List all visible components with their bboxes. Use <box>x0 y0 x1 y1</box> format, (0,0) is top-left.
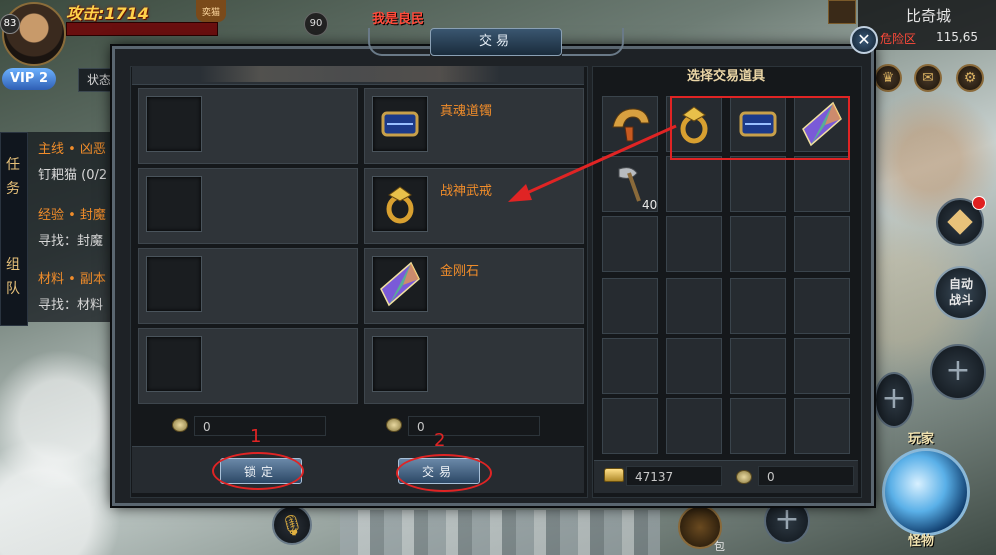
zone-type: 危险区 <box>880 32 917 46</box>
close-icon[interactable]: ✕ <box>850 26 878 54</box>
tab-team-char1[interactable]: 组 <box>0 254 26 276</box>
inventory-slot[interactable] <box>666 338 722 394</box>
my-item-slot[interactable] <box>372 96 428 152</box>
inventory-slot[interactable] <box>666 278 722 334</box>
inventory-slot[interactable] <box>602 216 658 272</box>
coin-icon <box>172 418 188 432</box>
chat-bar <box>340 510 660 555</box>
dialog-title: 交易 <box>430 28 562 56</box>
quest-detail[interactable]: 寻找：材料 <box>38 294 103 313</box>
map-name: 比奇城 <box>906 7 952 25</box>
inventory-slot[interactable] <box>730 278 786 334</box>
quest-title[interactable]: 经验 • 封魔 <box>38 204 106 223</box>
auto-fight-label-2: 战斗 <box>948 293 973 307</box>
bag-label: 包 <box>714 540 725 553</box>
attack-power: 攻击:1714 <box>66 4 149 23</box>
inventory-slot[interactable] <box>730 398 786 454</box>
inventory-slot[interactable] <box>666 398 722 454</box>
my-item-slot[interactable] <box>372 336 428 392</box>
annotation-circle-trade <box>396 454 492 492</box>
inventory-slot[interactable] <box>666 216 722 272</box>
tab-quest-char1[interactable]: 任 <box>0 154 26 176</box>
coin-icon <box>386 418 402 432</box>
quest-detail[interactable]: 钉耙猫 (0/2 <box>38 164 107 183</box>
microphone-icon[interactable]: 🎙 <box>272 505 312 545</box>
my-coin-field[interactable]: 0 <box>408 416 540 436</box>
inventory-slot[interactable] <box>794 278 850 334</box>
annotation-arrow <box>508 124 677 202</box>
target-monster-label[interactable]: 怪物 <box>908 530 934 549</box>
my-item-slot[interactable] <box>372 176 428 232</box>
tab-team-char2[interactable]: 队 <box>0 278 26 300</box>
player-level: 83 <box>0 14 20 34</box>
hp-bar <box>66 22 218 36</box>
partner-item-slot[interactable] <box>146 336 202 392</box>
inventory-slot[interactable] <box>730 156 786 212</box>
action-strip <box>132 446 584 493</box>
inventory-slot[interactable] <box>730 216 786 272</box>
quest-title[interactable]: 主线 • 凶恶 <box>38 138 106 157</box>
diamond-icon <box>380 261 420 307</box>
my-item-name: 金刚石 <box>440 264 480 279</box>
notification-dot <box>972 196 986 210</box>
target-player-label[interactable]: 玩家 <box>908 428 934 447</box>
gold-ingot-icon <box>604 468 624 482</box>
target-level: 90 <box>304 12 328 36</box>
auto-fight-label-1: 自动 <box>948 277 973 291</box>
annotation-number-2: 2 <box>434 430 446 451</box>
map-coords: 115,65 <box>936 30 978 44</box>
inventory-slot[interactable] <box>602 278 658 334</box>
ring-icon <box>386 186 414 224</box>
skill-slot-add-icon[interactable]: + <box>930 344 986 400</box>
gold-balance: 47137 <box>626 466 722 486</box>
inventory-slot[interactable] <box>602 398 658 454</box>
vip-badge[interactable]: VIP 2 <box>2 68 56 90</box>
annotation-circle-lock <box>212 452 304 490</box>
inventory-slot[interactable] <box>730 338 786 394</box>
my-item-slot[interactable] <box>372 256 428 312</box>
partner-item-slot[interactable] <box>146 256 202 312</box>
title-ornament <box>562 28 624 56</box>
player-avatar[interactable] <box>2 2 66 66</box>
partner-item-slot[interactable] <box>146 176 202 232</box>
settings-icon[interactable]: ⚙ <box>956 64 984 92</box>
my-item-name: 真魂道镯 <box>440 104 493 119</box>
attack-button[interactable] <box>882 448 970 536</box>
activity-icon[interactable] <box>828 0 856 24</box>
inventory-slot[interactable] <box>794 338 850 394</box>
auto-fight-button[interactable]: 自动 战斗 <box>934 266 988 320</box>
tab-quest-char2[interactable]: 务 <box>0 178 26 200</box>
partner-item-slot[interactable] <box>146 96 202 152</box>
coin-icon <box>736 470 752 484</box>
diamond-grid-icon <box>947 209 973 235</box>
quest-detail[interactable]: 寻找：封魔 <box>38 230 103 249</box>
coin-balance: 0 <box>758 466 854 486</box>
trophy-icon[interactable]: ♛ <box>874 64 902 92</box>
my-item-name: 战神武戒 <box>440 184 493 199</box>
top-badge[interactable]: 奕猫 <box>196 0 226 22</box>
skill-slot-add-icon[interactable]: + <box>874 372 914 428</box>
title-ornament <box>368 28 430 56</box>
annotation-number-1: 1 <box>250 426 262 447</box>
bracelet-icon <box>381 111 419 137</box>
inventory-slot[interactable] <box>794 216 850 272</box>
mail-icon[interactable]: ✉ <box>914 64 942 92</box>
inventory-slot[interactable] <box>602 338 658 394</box>
trade-partner-name-blurred <box>200 66 500 82</box>
quest-title[interactable]: 材料 • 副本 <box>38 268 106 287</box>
inventory-title: 选择交易道具 <box>686 69 765 84</box>
target-name: 我是良民 <box>372 12 425 27</box>
inventory-slot[interactable] <box>794 398 850 454</box>
inventory-slot[interactable] <box>794 156 850 212</box>
